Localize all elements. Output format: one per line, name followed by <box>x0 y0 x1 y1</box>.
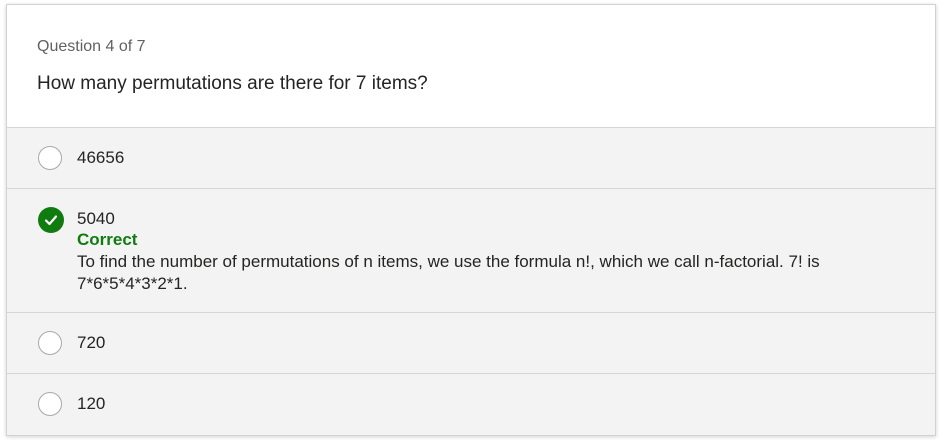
question-counter: Question 4 of 7 <box>37 38 146 55</box>
question-text: How many permutations are there for 7 it… <box>37 73 428 94</box>
answer-label: 5040 <box>77 209 115 228</box>
answer-explanation: To find the number of permutations of n … <box>77 252 820 293</box>
checkmark-circle-icon <box>38 207 64 233</box>
answer-option-120[interactable]: 120 <box>7 374 935 434</box>
answer-label: 120 <box>77 394 106 413</box>
answer-label: 46656 <box>77 148 125 167</box>
question-header: Question 4 of 7 How many permutations ar… <box>7 5 935 128</box>
answer-label: 720 <box>77 333 106 352</box>
quiz-card: Question 4 of 7 How many permutations ar… <box>6 4 936 436</box>
radio-empty-icon[interactable] <box>38 331 62 355</box>
answer-option-46656[interactable]: 46656 <box>7 128 935 189</box>
answer-option-5040[interactable]: 5040 Correct To find the number of permu… <box>7 189 935 313</box>
answer-option-720[interactable]: 720 <box>7 313 935 374</box>
correct-feedback: Correct <box>77 230 138 249</box>
radio-empty-icon[interactable] <box>38 392 62 416</box>
radio-empty-icon[interactable] <box>38 146 62 170</box>
